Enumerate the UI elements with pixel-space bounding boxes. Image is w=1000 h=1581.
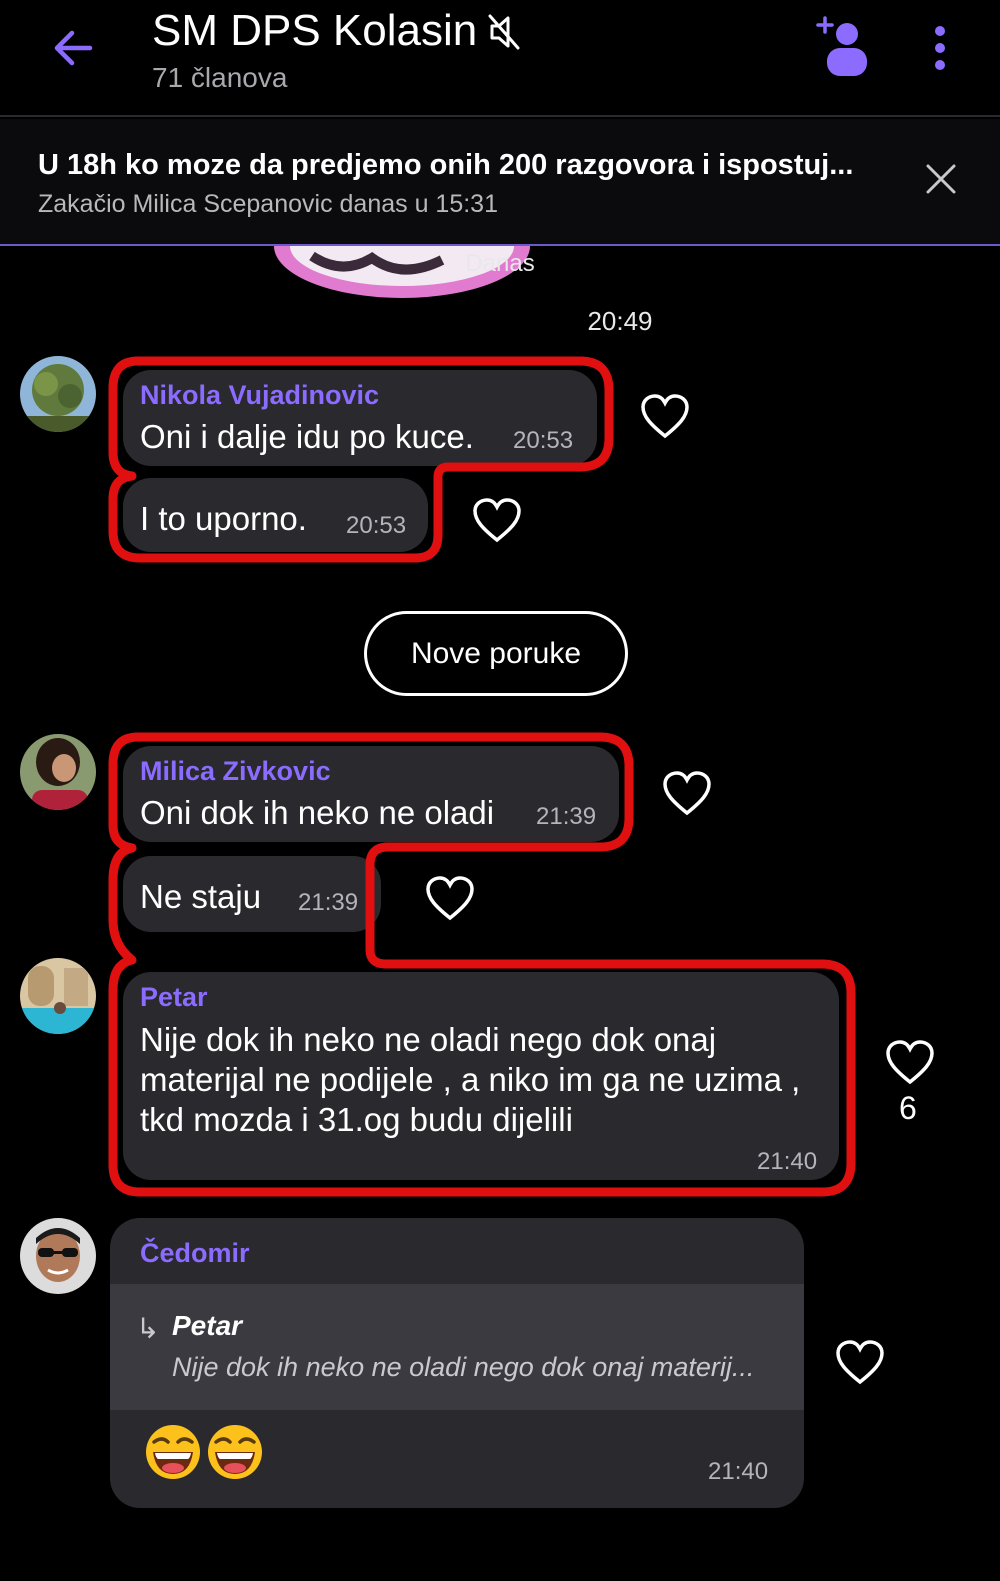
sender-name[interactable]: Milica Zivkovic (140, 756, 331, 787)
avatar[interactable] (20, 1218, 96, 1294)
message-bubble[interactable]: I to uporno. 20:53 (123, 478, 428, 552)
message-bubble[interactable]: Milica Zivkovic Oni dok ih neko ne oladi… (123, 746, 619, 842)
message-time: 21:40 (757, 1148, 818, 1175)
time-separator: 20:49 (587, 306, 653, 336)
avatar[interactable] (20, 356, 96, 432)
like-count[interactable]: 6 (899, 1090, 917, 1127)
avatar[interactable] (20, 958, 96, 1034)
message-text: Oni dok ih neko ne oladi (140, 794, 495, 831)
message-text: Oni i dalje idu po kuce. (140, 418, 474, 455)
new-messages-button[interactable]: Nove poruke (364, 611, 628, 696)
more-icon[interactable] (928, 26, 952, 70)
close-icon[interactable] (924, 162, 958, 196)
message-text: Ne staju (140, 878, 262, 915)
heart-icon[interactable] (640, 394, 690, 440)
heart-icon[interactable] (662, 771, 712, 817)
member-count[interactable]: 71 članova (152, 62, 287, 94)
message-time: 21:39 (536, 803, 597, 830)
message-bubble[interactable]: Ne staju 21:39 (123, 856, 381, 932)
message-time: 20:53 (346, 512, 407, 539)
sender-name[interactable]: Petar (140, 982, 208, 1013)
chat-title[interactable]: SM DPS Kolasin (152, 6, 477, 56)
message-line: materijal ne podijele , a niko im ga ne … (140, 1061, 801, 1098)
message-bubble[interactable]: Nikola Vujadinovic Oni i dalje idu po ku… (123, 370, 597, 466)
message-bubble[interactable]: Čedomir ↳ Petar Nije dok ih neko ne olad… (110, 1218, 804, 1508)
day-separator: Danas (465, 250, 535, 277)
reply-quote[interactable]: ↳ Petar Nije dok ih neko ne oladi nego d… (110, 1284, 804, 1410)
heart-icon[interactable] (885, 1040, 935, 1086)
avatar-image (20, 958, 96, 1034)
quote-text: Nije dok ih neko ne oladi nego dok onaj … (172, 1352, 755, 1382)
message-text: Nije dok ih neko ne oladi nego dok onaj … (140, 1020, 800, 1140)
chat-header: SM DPS Kolasin 71 članova (0, 0, 1000, 117)
message-time: 20:53 (513, 427, 574, 454)
laughing-emoji (208, 1425, 262, 1479)
message-line: Nije dok ih neko ne oladi nego dok onaj (140, 1021, 717, 1058)
pinned-message-meta: Zakačio Milica Scepanovic danas u 15:31 (38, 190, 498, 218)
reply-arrow-icon: ↳ (136, 1313, 160, 1344)
avatar-image (20, 1218, 96, 1294)
message-bubble[interactable]: Petar Nije dok ih neko ne oladi nego dok… (123, 972, 839, 1180)
message-text: I to uporno. (140, 500, 307, 537)
avatar[interactable] (20, 734, 96, 810)
pinned-message-text: U 18h ko moze da predjemo onih 200 razgo… (38, 149, 854, 181)
message-time: 21:40 (708, 1458, 769, 1485)
heart-icon[interactable] (425, 876, 475, 922)
avatar-image (20, 356, 96, 432)
heart-icon[interactable] (472, 498, 522, 544)
message-line: tkd mozda i 31.og budu dijelili (140, 1101, 573, 1138)
add-member-icon[interactable] (815, 16, 867, 78)
pinned-message-banner[interactable]: U 18h ko moze da predjemo onih 200 razgo… (0, 119, 1000, 246)
back-arrow-icon[interactable] (50, 25, 96, 71)
laughing-emoji (146, 1425, 200, 1479)
avatar-image (20, 734, 96, 810)
heart-icon[interactable] (835, 1340, 885, 1386)
message-time: 21:39 (298, 889, 359, 916)
sender-name[interactable]: Nikola Vujadinovic (140, 380, 379, 411)
mute-icon (488, 14, 520, 50)
quote-sender: Petar (172, 1310, 243, 1341)
sender-name[interactable]: Čedomir (140, 1238, 250, 1269)
